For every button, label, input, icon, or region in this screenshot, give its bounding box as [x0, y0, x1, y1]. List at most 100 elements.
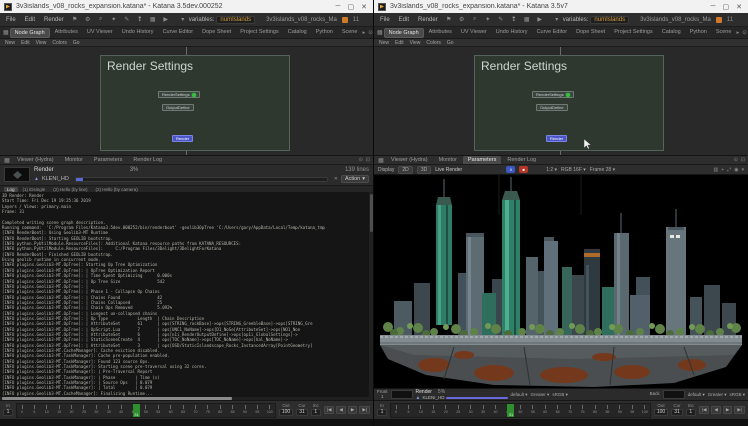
action-dropdown[interactable]: Action ▾ [341, 175, 369, 183]
pane-tab[interactable]: Python [686, 28, 711, 38]
front-view-dropdown[interactable]: default ▾ [511, 392, 528, 398]
variables-dropdown[interactable]: numIslands [216, 16, 255, 24]
pane-tab[interactable]: Scene [712, 28, 736, 38]
frame-ruler[interactable]: 0510152025303540455055606570758085909510… [390, 403, 651, 418]
log-filter-tab[interactable]: (1) iDsingle [20, 187, 49, 192]
clear-icon[interactable]: ✕ [334, 176, 338, 182]
increment-field[interactable]: Inc 1 [311, 404, 321, 416]
nodegraph-menu-item[interactable]: Edit [21, 40, 30, 46]
increment-field[interactable]: Inc 1 [686, 404, 696, 416]
viewer-tab[interactable]: Render Log [128, 156, 167, 164]
snapshot-icon[interactable]: ◉ [734, 167, 738, 173]
layout-grid-icon[interactable]: ▦ [377, 157, 385, 164]
log-filter-tab[interactable]: Log [4, 187, 18, 192]
log-horizontal-scrollbar[interactable] [0, 397, 373, 400]
pane-tab[interactable]: Dope Sheet [198, 28, 235, 38]
channel-depth-dropdown[interactable]: RGB 16F ▾ [561, 167, 586, 173]
pane-tab[interactable]: Undo History [118, 28, 158, 38]
front-buffer-field[interactable]: Front 1 [377, 390, 388, 400]
pin-icon[interactable]: ⊙ [734, 157, 738, 163]
alert-icon[interactable]: ❢ [510, 16, 518, 23]
nodegraph-menu-item[interactable]: Edit [395, 40, 404, 46]
display-dropdown[interactable]: Display [378, 167, 394, 173]
search-icon[interactable]: ⌕ [97, 16, 105, 23]
lock-icon[interactable]: ⊡ [741, 157, 745, 163]
current-frame-field[interactable]: Cur 31 [296, 404, 308, 416]
expand-icon[interactable]: ⤢ [727, 167, 731, 173]
title-bar[interactable]: 3v3islands_v08_rocks_expansion.katana* -… [0, 0, 373, 13]
outputdefine-node[interactable]: OutputDefine [162, 104, 194, 111]
in-frame-field[interactable]: In 1 [3, 404, 13, 416]
pane-tab[interactable]: UV Viewer [83, 28, 117, 38]
project-tab[interactable]: 3v3islands_v08_rocks_Ma [640, 17, 711, 23]
lock-icon[interactable]: ⊡ [366, 157, 370, 163]
mode-2d-button[interactable]: 2D [398, 166, 412, 174]
pane-tab[interactable]: Node Graph [384, 28, 424, 38]
pane-tab[interactable]: UV Viewer [457, 28, 491, 38]
maximize-button[interactable]: ▢ [348, 3, 355, 11]
layout-grid-icon[interactable]: ▦ [377, 29, 383, 36]
pane-tab[interactable]: Project Settings [610, 28, 657, 38]
zoom-ratio-dropdown[interactable]: 1:2 ▾ [546, 167, 557, 173]
live-render-toggle[interactable]: Live Render [435, 167, 462, 173]
current-frame-field[interactable]: Cur 31 [671, 404, 683, 416]
pane-tab[interactable]: Undo History [492, 28, 532, 38]
gear-icon[interactable]: ⚙ [458, 16, 466, 23]
pane-tab[interactable]: Curve Editor [533, 28, 572, 38]
pane-tab[interactable]: Project Settings [236, 28, 283, 38]
playhead[interactable]: 31 [133, 404, 140, 417]
step-back-button[interactable]: ◀ [336, 406, 345, 414]
play-icon[interactable]: ▶ [536, 16, 544, 23]
pane-tab[interactable]: Attributes [425, 28, 456, 38]
node-graph-pane[interactable]: Render Settings RenderSettings OutputDef… [374, 47, 748, 155]
layout-grid-icon[interactable]: ▦ [3, 157, 11, 164]
front-buffer-thumbnail[interactable] [391, 390, 413, 399]
out-frame-field[interactable]: Out 100 [654, 404, 668, 416]
nodegraph-menu-item[interactable]: New [379, 40, 389, 46]
in-frame-field[interactable]: In 1 [377, 404, 387, 416]
chevron-right-icon[interactable]: ▸ [362, 30, 365, 36]
pin-icon[interactable]: ⊙ [368, 30, 373, 36]
outputdefine-node[interactable]: OutputDefine [536, 104, 568, 111]
menu-item[interactable]: File [378, 17, 392, 23]
minimize-button[interactable]: ─ [711, 3, 716, 11]
frame-ruler[interactable]: 0510152025303540455055606570758085909510… [16, 403, 276, 418]
nodegraph-menu-item[interactable]: Go [73, 40, 80, 46]
pane-tab[interactable]: Attributes [51, 28, 82, 38]
viewer-tab[interactable]: Monitor [434, 156, 462, 164]
menu-item[interactable]: Render [42, 17, 66, 23]
out-frame-field[interactable]: Out 100 [279, 404, 293, 416]
pin-icon[interactable]: ⊙ [359, 157, 363, 163]
step-back-button[interactable]: ◀ [711, 406, 720, 414]
play-button[interactable]: ▶ [348, 406, 357, 414]
menu-item[interactable]: Edit [23, 17, 37, 23]
pane-tab[interactable]: Scene [338, 28, 362, 38]
menu-item[interactable]: Render [416, 17, 440, 23]
viewer-tab[interactable]: Viewer (Hydra) [386, 156, 433, 164]
frame-dropdown[interactable]: Frame 28 ▾ [590, 167, 615, 173]
rendersettings-node[interactable]: RenderSettings [532, 91, 574, 98]
viewer-tab[interactable]: Parameters [89, 156, 127, 164]
viewer-tab[interactable]: Parameters [463, 156, 501, 164]
pin-icon[interactable]: ⊙ [742, 30, 747, 36]
render-node[interactable]: Render [546, 135, 567, 142]
pane-tab[interactable]: Catalog [284, 28, 311, 38]
play-button[interactable]: ▶ [723, 406, 732, 414]
close-button[interactable]: ✕ [736, 3, 742, 11]
grid-icon[interactable]: ▦ [523, 16, 531, 23]
gear-icon[interactable]: ⚙ [84, 16, 92, 23]
flag-icon[interactable]: ⚑ [71, 16, 79, 23]
play-icon[interactable]: ▶ [162, 16, 170, 23]
monitor-viewport[interactable] [374, 175, 748, 388]
node-icon[interactable]: ✦ [110, 16, 118, 23]
viewer-tab[interactable]: Render Log [502, 156, 541, 164]
viewer-tab[interactable]: Viewer (Hydra) [12, 156, 59, 164]
pane-tab[interactable]: Catalog [658, 28, 685, 38]
stop-button[interactable]: ■ [519, 166, 528, 173]
title-bar[interactable]: 3v3islands_v08_rocks_expansion.katana* -… [374, 0, 748, 13]
log-vertical-scrollbar[interactable] [369, 192, 373, 397]
nodegraph-menu-item[interactable]: Go [447, 40, 454, 46]
go-to-start-button[interactable]: |◀ [699, 406, 710, 414]
chevron-down-icon[interactable]: ▾ [741, 167, 744, 173]
maximize-button[interactable]: ▢ [723, 3, 730, 11]
